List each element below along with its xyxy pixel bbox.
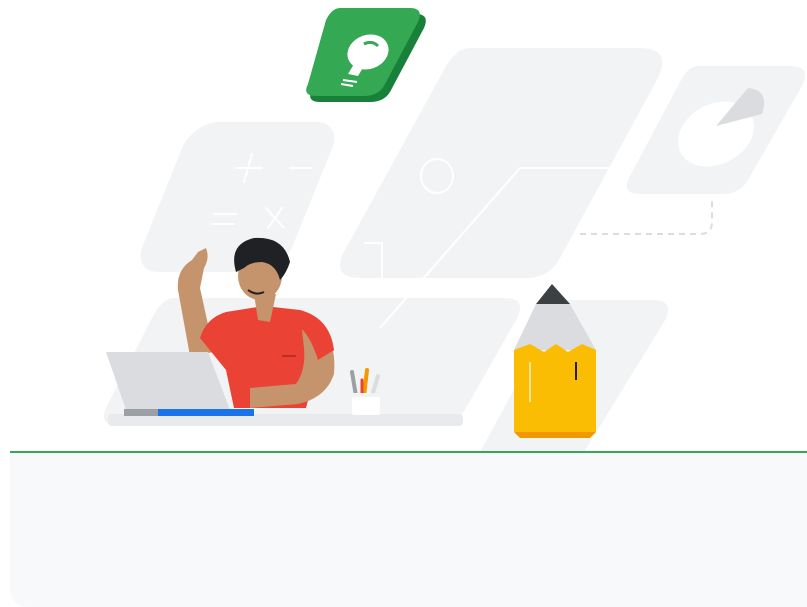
hero-svg	[104, 8, 806, 452]
hero-illustration	[0, 0, 807, 452]
page	[0, 0, 807, 607]
lightbulb-icon	[306, 8, 426, 102]
dashed-connector	[580, 200, 713, 235]
content-card	[10, 453, 807, 607]
